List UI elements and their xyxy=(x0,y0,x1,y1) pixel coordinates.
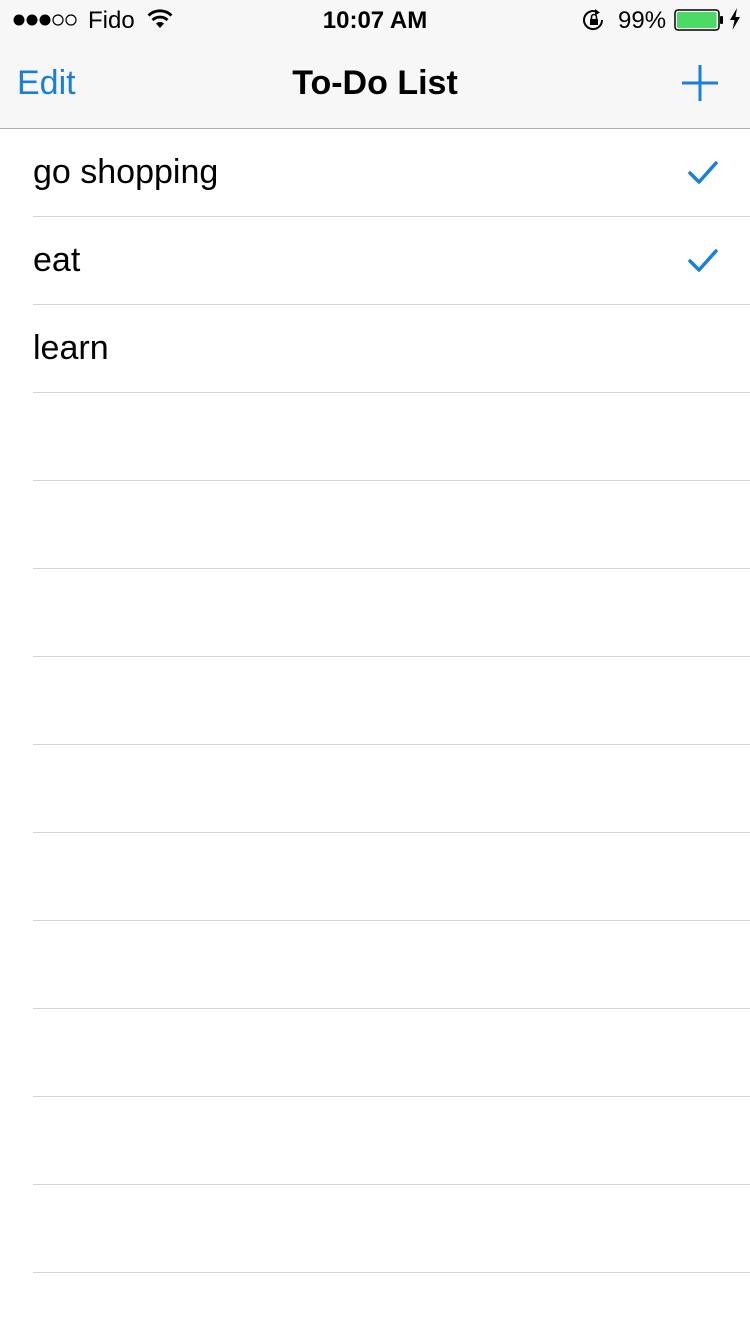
empty-row xyxy=(33,833,750,921)
empty-row xyxy=(33,657,750,745)
empty-row xyxy=(33,745,750,833)
checkmark-icon xyxy=(688,249,718,272)
todo-table: go shopping eat learn xyxy=(0,129,750,1334)
empty-row xyxy=(33,481,750,569)
empty-row xyxy=(33,393,750,481)
empty-row xyxy=(33,921,750,1009)
todo-row[interactable]: learn xyxy=(33,305,750,393)
status-bar: Fido 10:07 AM 99% xyxy=(0,0,750,40)
todo-label: go shopping xyxy=(33,153,219,191)
navigation-bar: Edit To-Do List xyxy=(0,40,750,129)
empty-row xyxy=(33,1185,750,1273)
page-title: To-Do List xyxy=(292,64,458,102)
plus-icon[interactable] xyxy=(680,63,720,103)
battery-icon xyxy=(674,9,723,31)
charging-bolt-icon xyxy=(730,8,740,30)
empty-row xyxy=(33,569,750,657)
empty-row xyxy=(33,1009,750,1097)
empty-row xyxy=(33,1097,750,1185)
todo-label: learn xyxy=(33,329,109,367)
todo-row[interactable]: go shopping xyxy=(33,129,750,217)
todo-label: eat xyxy=(33,241,81,279)
rotation-lock-icon xyxy=(583,9,604,31)
battery-percentage: 99% xyxy=(618,7,667,34)
checkmark-icon xyxy=(688,161,718,184)
todo-row[interactable]: eat xyxy=(33,217,750,305)
empty-rows xyxy=(0,393,750,1273)
